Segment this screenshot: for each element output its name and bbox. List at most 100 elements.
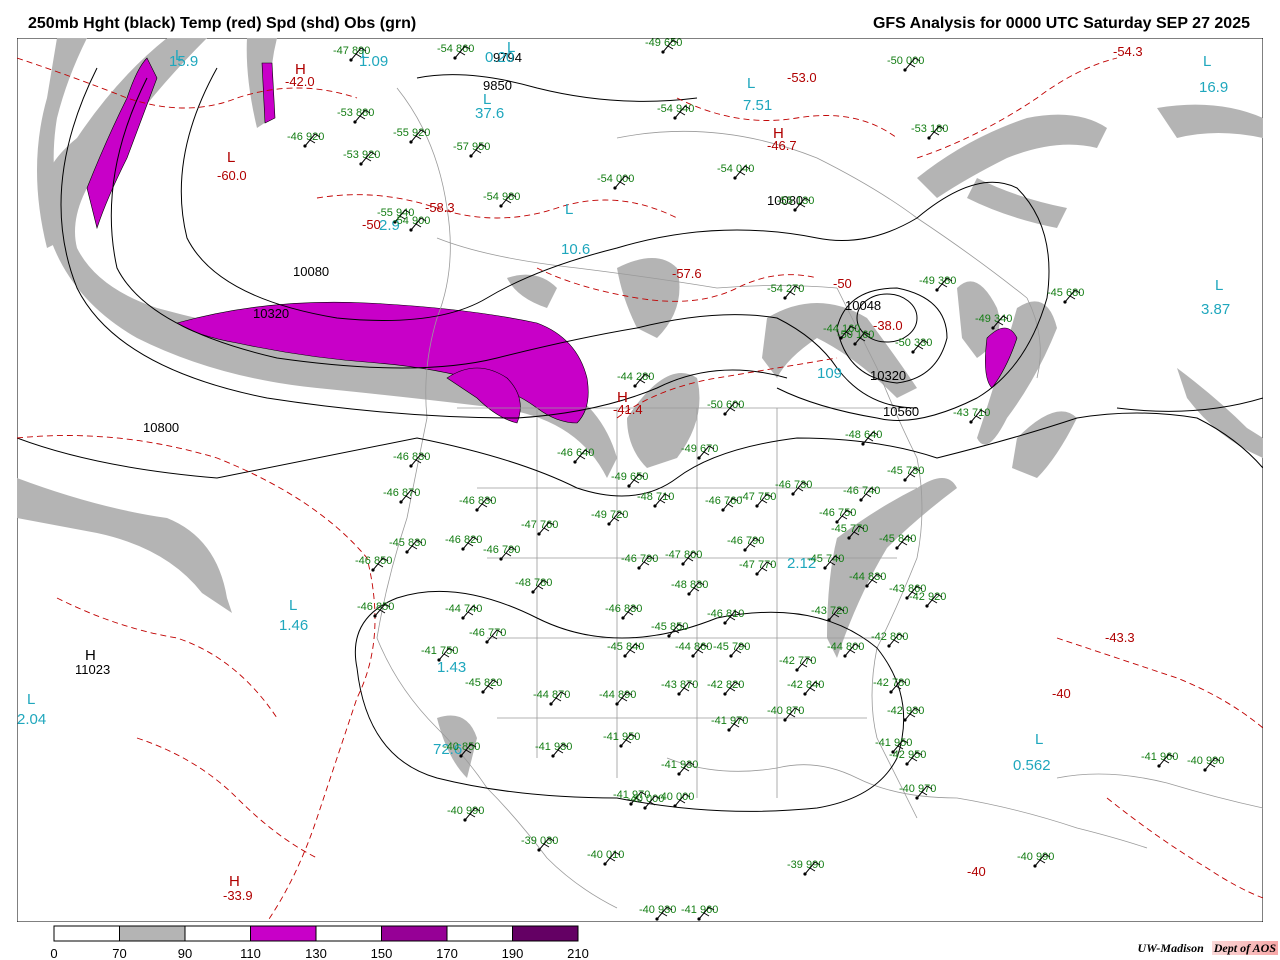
legend-color-box	[446, 925, 513, 942]
temp-label: -57.6	[672, 266, 702, 281]
station-temp-height: -46 770	[469, 627, 506, 639]
station-temp-height: -54 270	[767, 283, 804, 295]
station-temp-height: -46 730	[775, 479, 812, 491]
station-temp-height: -42 930	[887, 705, 924, 717]
height-label: 10560	[883, 404, 919, 419]
station-temp-height: -45 850	[651, 621, 688, 633]
station-temp-height: -54 040	[717, 163, 754, 175]
station-temp-height: -40 970	[899, 783, 936, 795]
credit-line: UW-Madison Dept of AOS	[1138, 941, 1278, 956]
low-center-label: L	[289, 597, 297, 614]
station-temp-height: -48 780	[515, 577, 552, 589]
low-center-value: 7.51	[743, 97, 772, 114]
station-temp-height: -45 770	[831, 523, 868, 535]
height-label: 10080	[293, 264, 329, 279]
station-temp-height: -45 790	[713, 641, 750, 653]
station-temp-height: -47 770	[739, 559, 776, 571]
station-temp-height: -44 860	[675, 641, 712, 653]
high-center-value: -41.4	[613, 402, 643, 417]
station-temp-height: -46 640	[557, 447, 594, 459]
legend-tick-label: 0	[50, 946, 57, 960]
wind-speed-legend: 0 70 90 110 130 150 170 190 210	[50, 925, 589, 960]
station-temp-height: -47 800	[665, 549, 702, 561]
station-temp-height: -39 030	[521, 835, 558, 847]
legend-tick-label: 170	[436, 946, 458, 960]
temp-label: -53.0	[787, 70, 817, 85]
station-temp-height: -50 000	[887, 55, 924, 67]
station-temp-height: -45 730	[887, 465, 924, 477]
height-label: 10320	[253, 306, 289, 321]
station-temp-height: -39 990	[787, 859, 824, 871]
legend-color-box	[315, 925, 382, 942]
station-temp-height: -49 340	[975, 313, 1012, 325]
low-center-label: L	[1215, 277, 1223, 294]
low-center-label: L	[27, 691, 35, 708]
station-temp-height: -44 740	[445, 603, 482, 615]
station-temp-height: -42 820	[707, 679, 744, 691]
high-center-label: H	[85, 647, 96, 664]
station-temp-height: -49 720	[591, 509, 628, 521]
low-center-label: L	[1203, 53, 1211, 70]
station-temp-height: -43 870	[661, 679, 698, 691]
low-center-value: 0.20	[485, 49, 514, 66]
station-temp-height: -40 990	[1187, 755, 1224, 767]
station-temp-height: -46 870	[383, 487, 420, 499]
station-temp-height: -49 650	[645, 38, 682, 49]
station-temp-height: -41 950	[603, 731, 640, 743]
chart-title: 250mb Hght (black) Temp (red) Spd (shd) …	[28, 15, 417, 32]
station-temp-height: -41 960	[681, 904, 718, 916]
temp-label: -58.3	[425, 200, 455, 215]
station-temp-height: -43 720	[811, 605, 848, 617]
legend-tick-label: 210	[567, 946, 589, 960]
station-temp-height: -54 860	[437, 43, 474, 55]
station-temp-height: -42 840	[787, 679, 824, 691]
low-center-value: -60.0	[217, 168, 247, 183]
low-center-value: 16.9	[1199, 79, 1228, 96]
station-temp-height: -46 790	[483, 544, 520, 556]
low-center-value: 3.87	[1201, 301, 1230, 318]
height-label: 10320	[870, 368, 906, 383]
station-temp-height: -45 840	[607, 641, 644, 653]
station-temp-height: -41 930	[661, 759, 698, 771]
station-temp-height: -44 800	[827, 641, 864, 653]
legend-color-box	[119, 925, 186, 942]
station-temp-height: -54 900	[393, 215, 430, 227]
station-temp-height: -53 880	[337, 107, 374, 119]
station-temp-height: -41 750	[421, 645, 458, 657]
legend-color-box	[250, 925, 317, 942]
legend-color-box	[53, 925, 120, 942]
low-center-label: L	[565, 201, 573, 218]
legend-tick-label: 130	[305, 946, 327, 960]
station-temp-height: -46 810	[707, 608, 744, 620]
legend-tick-label: 190	[502, 946, 524, 960]
station-temp-height: -46 760	[705, 495, 742, 507]
station-temp-height: -42 780	[873, 677, 910, 689]
high-center-value: -42.0	[285, 74, 315, 89]
station-temp-height: -46 820	[445, 534, 482, 546]
station-temp-height: -46 830	[605, 603, 642, 615]
station-temp-height: -53 180	[911, 123, 948, 135]
low-center-label: L	[1035, 731, 1043, 748]
station-temp-height: -47 750	[739, 491, 776, 503]
station-temp-height: -42 920	[909, 591, 946, 603]
station-temp-height: -46 790	[621, 553, 658, 565]
station-temp-height: -41 950	[875, 737, 912, 749]
height-label: 11023	[75, 662, 110, 677]
height-label: 10048	[845, 298, 881, 313]
high-center-value: -33.9	[223, 888, 253, 903]
legend-tick-label: 90	[178, 946, 192, 960]
station-temp-height: -49 380	[919, 275, 956, 287]
station-temp-height: -46 850	[357, 601, 394, 613]
station-temp-height: -50 330	[895, 337, 932, 349]
legend-tick-label: 150	[371, 946, 393, 960]
temp-label: -40	[1052, 686, 1071, 701]
station-temp-height: -40 990	[447, 805, 484, 817]
legend-tick-label: 70	[112, 946, 126, 960]
station-temp-height: -45 740	[807, 553, 844, 565]
low-center-value: 109	[817, 365, 842, 382]
low-center-label: L	[227, 149, 235, 166]
station-temp-height: -43 710	[953, 407, 990, 419]
legend-color-box	[381, 925, 448, 942]
station-temp-height: -46 750	[819, 507, 856, 519]
analysis-time: GFS Analysis for 0000 UTC Saturday SEP 2…	[872, 15, 1250, 32]
